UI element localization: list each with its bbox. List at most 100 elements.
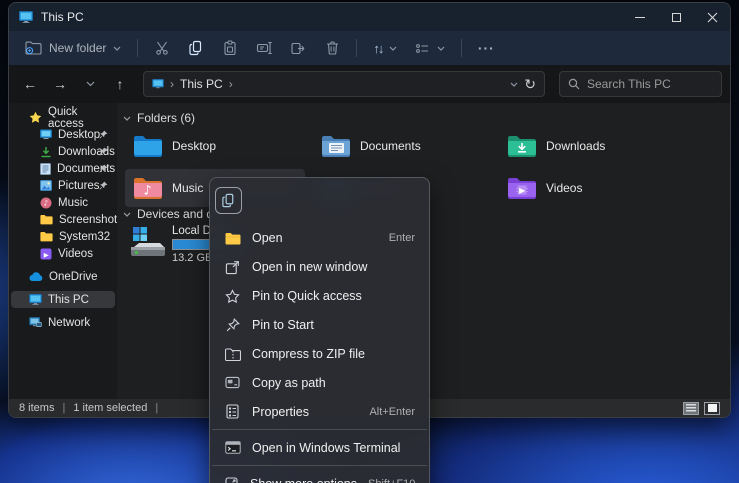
cut-button[interactable] — [146, 35, 178, 61]
collapse-chevron-icon — [123, 116, 131, 121]
sidebar-item-network[interactable]: Network — [11, 314, 115, 331]
menu-separator — [212, 465, 427, 466]
chevron-down-icon — [389, 46, 397, 51]
breadcrumb-this-pc[interactable]: This PC — [180, 77, 223, 91]
menu-shortcut: Shift+F10 — [368, 478, 415, 483]
copy-button[interactable] — [180, 35, 212, 61]
close-button[interactable] — [694, 3, 730, 31]
folder-tile-videos[interactable]: ▶ Videos — [499, 169, 679, 207]
sidebar-item-pictures[interactable]: Pictures — [11, 177, 115, 194]
menu-item-compress-to-zip[interactable]: Compress to ZIP file — [210, 340, 429, 369]
sidebar-item-music[interactable]: ♪ Music — [11, 194, 115, 211]
large-icons-view-button[interactable] — [704, 402, 720, 415]
devices-section-header[interactable]: Devices and dri — [123, 207, 220, 221]
back-button[interactable]: ← — [17, 71, 43, 97]
view-button[interactable] — [407, 38, 453, 59]
chevron-down-icon — [437, 46, 445, 51]
tile-label: Videos — [546, 181, 582, 195]
sidebar-item-this-pc[interactable]: This PC — [11, 291, 115, 308]
rename-icon — [256, 40, 273, 56]
up-button[interactable]: ↑ — [107, 71, 133, 97]
pin-icon — [99, 147, 108, 156]
toolbar-separator — [137, 39, 138, 57]
search-icon — [568, 78, 580, 90]
sidebar-item-system32[interactable]: System32 — [11, 228, 115, 245]
sidebar-item-label: System32 — [59, 231, 110, 243]
new-folder-label: New folder — [49, 41, 106, 55]
menu-item-properties[interactable]: Properties Alt+Enter — [210, 397, 429, 426]
forward-button[interactable]: → — [47, 71, 73, 97]
download-icon — [40, 146, 52, 158]
menu-item-open[interactable]: Open Enter — [210, 224, 429, 253]
items-count: 8 items — [19, 402, 54, 414]
recent-locations-button[interactable] — [77, 71, 103, 97]
menu-item-pin-to-quick-access[interactable]: Pin to Quick access — [210, 282, 429, 311]
tile-label: Music — [172, 181, 203, 195]
new-folder-button[interactable]: New folder — [17, 37, 129, 59]
share-button[interactable] — [282, 35, 314, 61]
delete-button[interactable] — [316, 35, 348, 61]
menu-item-copy-as-path[interactable]: Copy as path — [210, 368, 429, 397]
folder-tile-downloads[interactable]: Downloads — [499, 127, 679, 165]
paste-icon — [222, 40, 238, 56]
sidebar-item-screenshots[interactable]: Screenshots — [11, 211, 115, 228]
menu-item-open-in-windows-terminal[interactable]: Open in Windows Terminal — [210, 433, 429, 462]
collapse-chevron-icon — [123, 212, 131, 217]
this-pc-monitor-icon — [29, 294, 42, 305]
folder-tile-desktop[interactable]: Desktop — [125, 127, 305, 165]
folder-tile-documents[interactable]: Documents — [313, 127, 493, 165]
window-title: This PC — [41, 10, 84, 24]
copy-quick-action-button[interactable] — [215, 187, 242, 214]
sidebar-item-label: Network — [48, 317, 90, 329]
maximize-icon — [672, 13, 681, 22]
sidebar-item-documents[interactable]: Documents — [11, 160, 115, 177]
address-bar[interactable]: › This PC › ↻ — [143, 71, 545, 97]
tile-label: Downloads — [546, 139, 605, 153]
sidebar-item-onedrive[interactable]: OneDrive — [11, 268, 115, 285]
menu-item-show-more-options[interactable]: Show more options Shift+F10 — [210, 469, 429, 483]
see-more-button[interactable]: ··· — [470, 35, 502, 61]
chevron-down-icon — [113, 46, 121, 51]
paste-button[interactable] — [214, 35, 246, 61]
address-dropdown-chevron-icon[interactable] — [510, 82, 518, 87]
sidebar-item-downloads[interactable]: Downloads — [11, 143, 115, 160]
pin-outline-icon — [224, 318, 241, 332]
sidebar-item-videos[interactable]: ▶ Videos — [11, 245, 115, 262]
share-icon — [290, 40, 306, 56]
pin-icon — [99, 164, 108, 173]
terminal-icon — [224, 441, 241, 454]
pin-icon — [99, 130, 108, 139]
sort-icon: ↑↓ — [373, 42, 382, 55]
search-box[interactable] — [559, 71, 722, 97]
this-pc-monitor-icon — [19, 11, 33, 23]
sidebar-item-label: Desktop — [58, 129, 100, 141]
scissors-icon — [154, 40, 170, 56]
desktop-folder-icon — [132, 134, 164, 158]
folder-icon — [40, 214, 53, 225]
folders-section-header[interactable]: Folders (6) — [123, 111, 195, 125]
menu-item-pin-to-start[interactable]: Pin to Start — [210, 311, 429, 340]
details-view-button[interactable] — [683, 402, 699, 415]
close-icon — [707, 12, 718, 23]
copy-as-path-icon — [224, 376, 241, 389]
menu-item-open-in-new-window[interactable]: Open in new window — [210, 253, 429, 282]
navigation-pane: Quick access Desktop Downloads Documents — [9, 103, 117, 399]
titlebar[interactable]: This PC — [9, 3, 730, 31]
search-input[interactable] — [587, 77, 713, 91]
desktop-icon — [40, 129, 52, 140]
breadcrumb-separator: › — [170, 77, 174, 91]
desktop-wallpaper: This PC New folder — [0, 0, 739, 483]
minimize-button[interactable] — [622, 3, 658, 31]
sidebar-item-desktop[interactable]: Desktop — [11, 126, 115, 143]
sidebar-item-label: Music — [58, 197, 88, 209]
selected-count: 1 item selected — [73, 402, 147, 414]
sidebar-item-quick-access[interactable]: Quick access — [11, 109, 115, 126]
copy-icon — [188, 40, 204, 56]
refresh-button[interactable]: ↻ — [524, 76, 536, 93]
sort-button[interactable]: ↑↓ — [365, 38, 405, 59]
folder-icon — [40, 231, 53, 242]
svg-text:▶: ▶ — [519, 186, 526, 195]
maximize-button[interactable] — [658, 3, 694, 31]
zip-folder-icon — [224, 348, 241, 361]
rename-button[interactable] — [248, 35, 280, 61]
